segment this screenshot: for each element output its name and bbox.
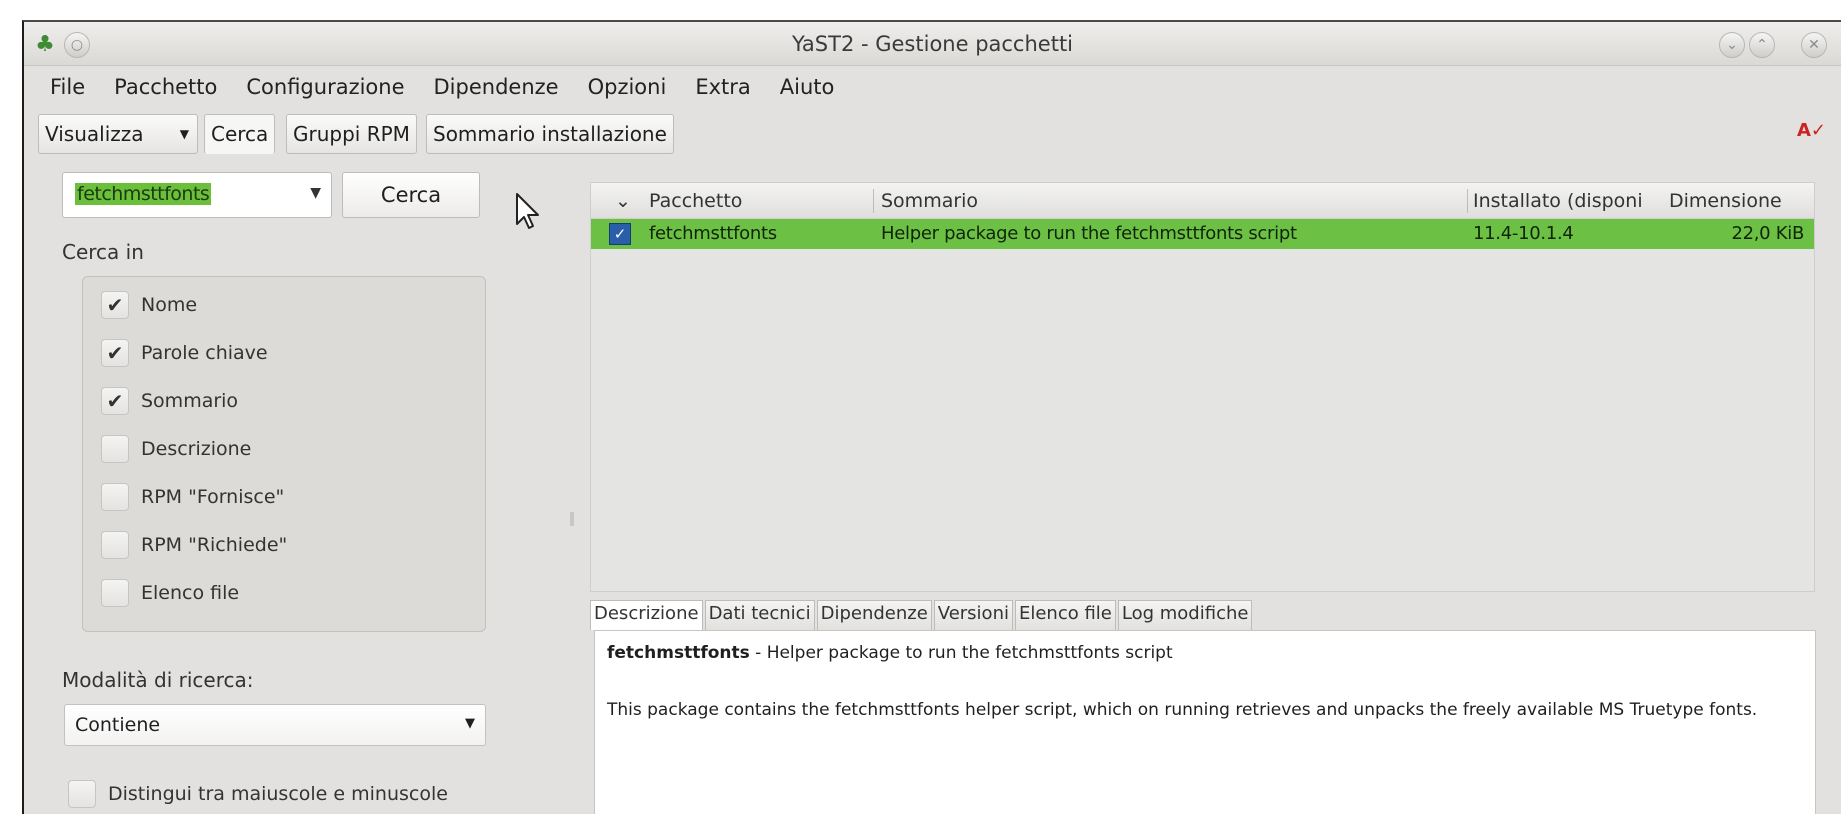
- checkbox[interactable]: [101, 579, 129, 607]
- option-parole-chiave[interactable]: ✔ Parole chiave: [101, 337, 268, 369]
- mouse-cursor-icon: [516, 193, 539, 229]
- description-pane: fetchmsttfonts - Helper package to run t…: [594, 630, 1816, 814]
- view-dropdown-label: Visualizza: [45, 122, 144, 146]
- search-input-value: fetchmsttfonts: [75, 183, 212, 205]
- search-in-label: Cerca in: [62, 240, 144, 264]
- tab-cerca[interactable]: Cerca: [204, 114, 276, 154]
- tab-gruppi-rpm[interactable]: Gruppi RPM: [286, 114, 417, 154]
- menu-configurazione[interactable]: Configurazione: [246, 75, 404, 99]
- tab-dipendenze[interactable]: Dipendenze: [816, 600, 932, 630]
- menu-file[interactable]: File: [50, 75, 85, 99]
- splitter-handle[interactable]: [570, 512, 574, 526]
- checkbox[interactable]: [101, 435, 129, 463]
- menu-bar: File Pacchetto Configurazione Dipendenze…: [24, 66, 1841, 108]
- sort-chevron-icon[interactable]: ⌄: [615, 190, 631, 212]
- column-divider: [873, 189, 874, 213]
- option-rpm-fornisce[interactable]: RPM "Fornisce": [101, 481, 284, 513]
- tab-versioni[interactable]: Versioni: [933, 600, 1013, 630]
- column-sommario[interactable]: Sommario: [881, 190, 978, 212]
- option-sommario[interactable]: ✔ Sommario: [101, 385, 238, 417]
- toolbar: Visualizza ▼ Cerca Gruppi RPM Sommario i…: [24, 108, 1841, 160]
- installed-status-icon[interactable]: ✓: [609, 223, 631, 245]
- search-mode-label: Modalità di ricerca:: [62, 668, 254, 692]
- description-body: This package contains the fetchmsttfonts…: [607, 700, 1758, 720]
- view-dropdown[interactable]: Visualizza ▼: [38, 114, 198, 154]
- details-tabbar: Descrizione Dati tecnici Dipendenze Vers…: [590, 600, 1254, 632]
- column-installato[interactable]: Installato (disponi: [1473, 190, 1643, 212]
- description-package-name: fetchmsttfonts: [607, 643, 750, 663]
- option-nome[interactable]: ✔ Nome: [101, 289, 197, 321]
- description-summary: - Helper package to run the fetchmsttfon…: [749, 643, 1173, 663]
- menu-dipendenze[interactable]: Dipendenze: [434, 75, 559, 99]
- chevron-down-icon: ▼: [465, 716, 475, 731]
- row-version: 11.4-10.1.4: [1473, 223, 1574, 244]
- table-row[interactable]: ✓ fetchmsttfonts Helper package to run t…: [591, 219, 1814, 249]
- tab-log-modifiche[interactable]: Log modifiche: [1117, 600, 1253, 630]
- checkbox[interactable]: [68, 780, 96, 808]
- menu-pacchetto[interactable]: Pacchetto: [114, 75, 217, 99]
- check-icon[interactable]: ✔: [101, 339, 129, 367]
- search-in-group: ✔ Nome ✔ Parole chiave ✔ Sommario Descri…: [82, 276, 486, 632]
- row-summary: Helper package to run the fetchmsttfonts…: [881, 223, 1297, 244]
- tab-dati-tecnici[interactable]: Dati tecnici: [704, 600, 815, 630]
- spell-check-icon[interactable]: A✓: [1797, 120, 1829, 150]
- menu-aiuto[interactable]: Aiuto: [780, 75, 835, 99]
- search-input[interactable]: fetchmsttfonts ▼: [62, 172, 332, 218]
- close-icon[interactable]: ✕: [1801, 32, 1827, 58]
- yast-window: ♣ ○ YaST2 - Gestione pacchetti ⌄ ⌃ ✕ Fil…: [22, 20, 1841, 814]
- chevron-down-icon[interactable]: ▼: [310, 185, 321, 201]
- check-icon[interactable]: ✔: [101, 387, 129, 415]
- maximize-icon[interactable]: ⌃: [1749, 32, 1775, 58]
- check-icon[interactable]: ✔: [101, 291, 129, 319]
- chevron-down-icon: ▼: [179, 127, 189, 141]
- search-button[interactable]: Cerca: [342, 172, 480, 218]
- menu-opzioni[interactable]: Opzioni: [588, 75, 667, 99]
- column-pacchetto[interactable]: Pacchetto: [649, 190, 742, 212]
- search-mode-value: Contiene: [75, 714, 161, 736]
- row-size: 22,0 KiB: [1731, 223, 1804, 244]
- search-mode-select[interactable]: Contiene ▼: [64, 704, 486, 746]
- tab-elenco-file[interactable]: Elenco file: [1014, 600, 1116, 630]
- column-dimensione[interactable]: Dimensione: [1669, 190, 1782, 212]
- case-sensitive-option[interactable]: Distingui tra maiuscole e minuscole: [68, 780, 448, 808]
- minimize-icon[interactable]: ⌄: [1719, 32, 1745, 58]
- row-package-name: fetchmsttfonts: [649, 223, 777, 244]
- checkbox[interactable]: [101, 483, 129, 511]
- option-elenco-file[interactable]: Elenco file: [101, 577, 239, 609]
- description-title: fetchmsttfonts - Helper package to run t…: [607, 643, 1173, 663]
- tab-sommario-installazione[interactable]: Sommario installazione: [426, 114, 674, 154]
- menu-extra[interactable]: Extra: [695, 75, 750, 99]
- option-rpm-richiede[interactable]: RPM "Richiede": [101, 529, 287, 561]
- option-descrizione[interactable]: Descrizione: [101, 433, 251, 465]
- title-bar: ♣ ○ YaST2 - Gestione pacchetti ⌄ ⌃ ✕: [24, 22, 1841, 66]
- table-header: ⌄ Pacchetto Sommario Installato (disponi…: [591, 183, 1814, 219]
- column-divider: [1467, 189, 1468, 213]
- tab-descrizione[interactable]: Descrizione: [590, 600, 703, 630]
- package-table: ⌄ Pacchetto Sommario Installato (disponi…: [590, 182, 1815, 592]
- checkbox[interactable]: [101, 531, 129, 559]
- window-title: YaST2 - Gestione pacchetti: [791, 32, 1074, 56]
